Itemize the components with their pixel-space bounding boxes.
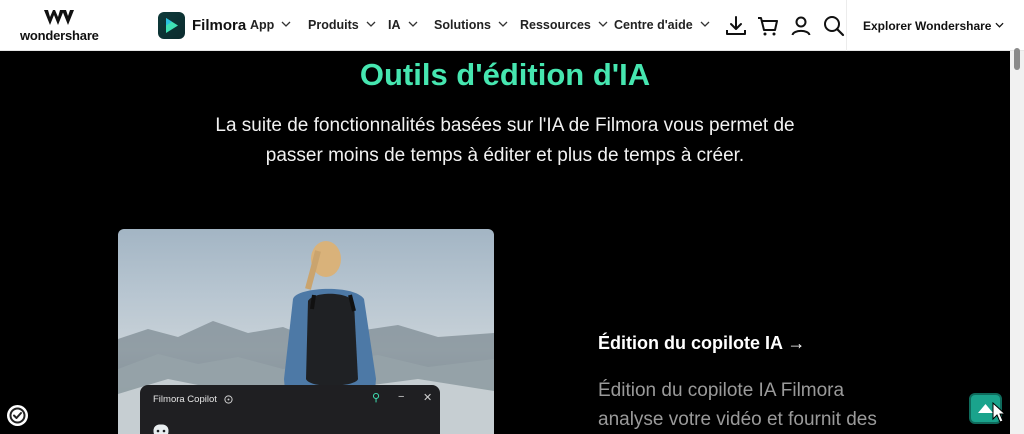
close-icon[interactable]: ✕ [423, 391, 432, 404]
user-icon[interactable] [789, 14, 813, 38]
chevron-down-icon [995, 22, 1005, 28]
feature-link[interactable]: Édition du copilote IA → [598, 333, 805, 354]
description-line: analyse votre vidéo et fournit des [598, 409, 877, 430]
nav-label: App [250, 18, 275, 32]
description-line: Édition du copilote IA Filmora [598, 380, 845, 401]
nav-item-ressources[interactable]: Ressources [520, 18, 608, 32]
info-icon[interactable] [224, 395, 233, 404]
filmora-logo-icon[interactable] [158, 12, 185, 39]
nav-label: Centre d'aide [614, 18, 693, 32]
top-navigation-bar: wondershare Filmora App Produits IA Solu… [0, 0, 1024, 51]
nav-item-centre-aide[interactable]: Centre d'aide [614, 18, 710, 32]
subtitle-line: passer moins de temps à éditer et plus d… [265, 145, 745, 166]
cart-icon[interactable] [756, 14, 780, 38]
page: wondershare Filmora App Produits IA Solu… [0, 0, 1024, 434]
chevron-down-icon [598, 21, 608, 27]
search-icon[interactable] [822, 14, 846, 38]
filmora-copilot-panel[interactable]: Filmora Copilot ⚲ − ✕ [140, 385, 440, 434]
chevron-down-icon [498, 21, 508, 27]
feature-description: Édition du copilote IA Filmora analyse v… [598, 376, 918, 434]
copilot-title: Filmora Copilot [153, 394, 217, 405]
nav-label: Solutions [434, 18, 491, 32]
nav-item-ia[interactable]: IA [388, 18, 418, 32]
scrollbar-track[interactable] [1010, 51, 1024, 434]
pin-icon[interactable]: ⚲ [372, 391, 380, 404]
nav-label: Ressources [520, 18, 591, 32]
wondershare-mark-icon [44, 10, 74, 25]
nav-item-produits[interactable]: Produits [308, 18, 376, 32]
check-circle-icon [9, 407, 26, 424]
header-divider [846, 0, 847, 51]
chevron-down-icon [408, 21, 417, 27]
verified-badge[interactable] [7, 405, 28, 426]
minimize-icon[interactable]: − [398, 391, 404, 403]
filmora-brand-name[interactable]: Filmora [192, 17, 246, 34]
explorer-label: Explorer Wondershare [863, 19, 992, 33]
nav-label: IA [388, 18, 401, 32]
nav-item-app[interactable]: App [250, 18, 291, 32]
nav-item-solutions[interactable]: Solutions [434, 18, 508, 32]
wondershare-logo[interactable]: wondershare [20, 9, 99, 43]
nav-label: Produits [308, 18, 359, 32]
chevron-down-icon [366, 21, 376, 27]
wondershare-wordmark: wondershare [20, 28, 99, 43]
scrollbar-thumb[interactable] [1014, 48, 1020, 70]
chevron-down-icon [281, 21, 291, 27]
section-title: Outils d'édition d'IA [359, 57, 651, 92]
explorer-wondershare-menu[interactable]: Explorer Wondershare [863, 19, 1005, 33]
subtitle-line: La suite de fonctionnalités basées sur l… [215, 115, 795, 136]
mouse-cursor-icon [992, 402, 1006, 423]
feature-title: Édition du copilote IA [598, 333, 783, 353]
section-subtitle: La suite de fonctionnalités basées sur l… [195, 111, 815, 171]
copilot-avatar-icon [153, 424, 169, 434]
download-icon[interactable] [724, 14, 748, 38]
chevron-down-icon [700, 21, 710, 27]
arrow-right-icon: → [787, 333, 806, 353]
